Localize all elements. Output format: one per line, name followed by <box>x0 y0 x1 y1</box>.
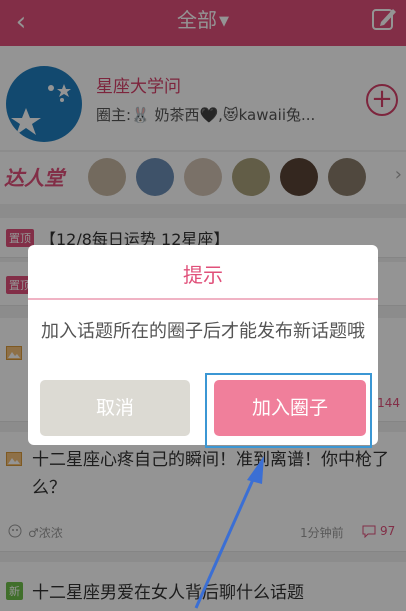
dialog-title: 提示 <box>183 263 223 287</box>
highlight-box <box>205 373 372 448</box>
dialog-divider <box>28 298 378 300</box>
cancel-button[interactable]: 取消 <box>40 380 190 436</box>
dialog-message: 加入话题所在的圈子后才能发布新话题哦 <box>41 321 365 342</box>
